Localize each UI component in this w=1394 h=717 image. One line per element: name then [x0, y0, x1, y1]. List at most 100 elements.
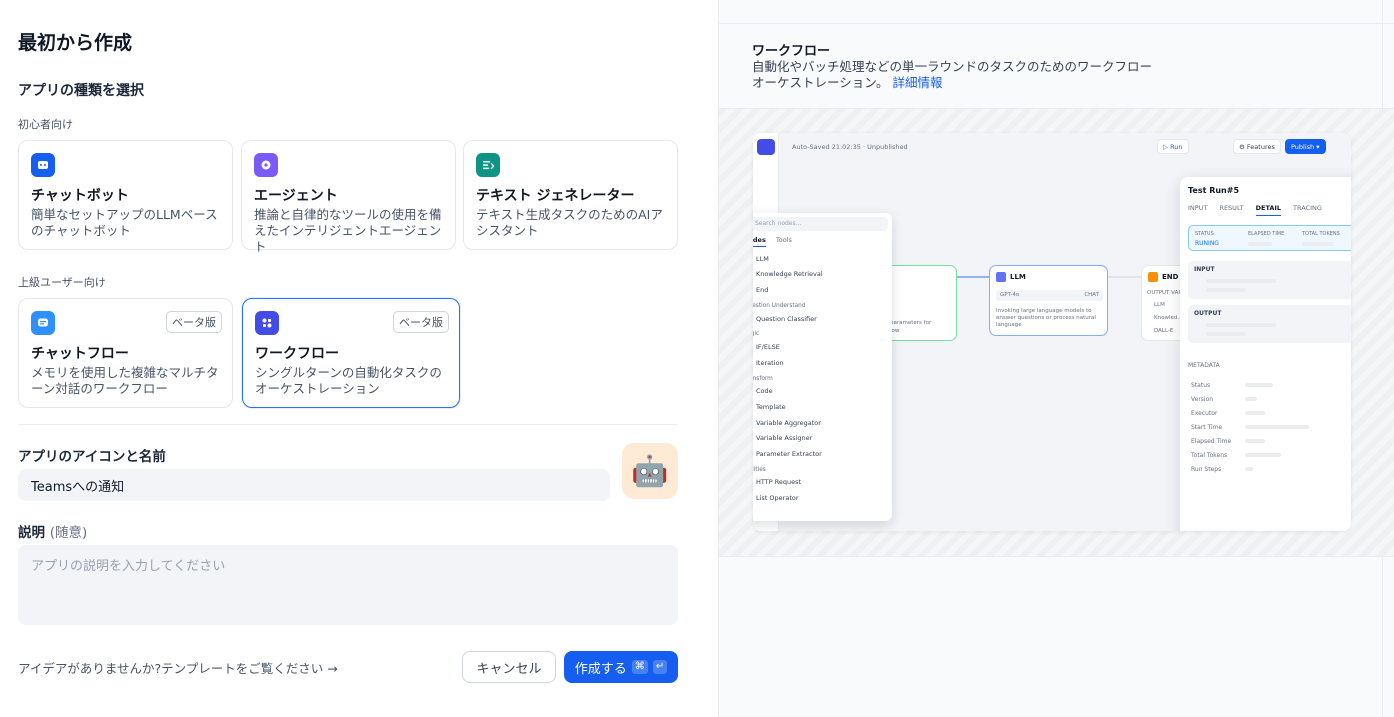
node-item-label: IF/ELSE	[756, 343, 780, 352]
card-desc: 簡単なセットアップのLLMベースのチャットボット	[31, 207, 218, 238]
node-item-label: End	[756, 285, 769, 294]
node-search: Search nodes...	[753, 217, 888, 231]
card-agent[interactable]: エージェント 推論と自律的なツールの使用を備えたインテリジェントエージェント	[241, 140, 456, 254]
create-button[interactable]: 作成する ⌘ ↵	[564, 651, 678, 683]
node-item: Variable Assigner	[753, 430, 889, 446]
preview-panel: ワークフロー 自動化やバッチ処理などの単一ラウンドのタスクのためのワークフローオ…	[718, 0, 1394, 717]
node-item-label: LLM	[756, 254, 769, 263]
enter-key: ↵	[652, 660, 668, 674]
node-item-label: Template	[756, 402, 786, 411]
node-item: Variable Aggregator	[753, 415, 889, 431]
more-info-link[interactable]: 詳細情報	[893, 75, 943, 90]
node-palette: Search nodes... Nodes Tools LLM Knowledge…	[753, 213, 892, 521]
metadata-key: Status	[1191, 381, 1211, 389]
tab-result: RESULT	[1219, 204, 1244, 212]
test-run-tabs: INPUT RESULT DETAIL TRACING	[1188, 204, 1322, 216]
card-chatbot[interactable]: チャットボット 簡単なセットアップのLLMベースのチャットボット	[18, 140, 233, 250]
tab-detail: DETAIL	[1255, 204, 1282, 216]
elapsed-label: ELAPSED TIME	[1248, 231, 1285, 237]
preview-title: ワークフロー	[752, 44, 831, 59]
input-box: INPUT	[1188, 261, 1351, 299]
beta-badge: ベータ版	[166, 311, 222, 333]
metadata-key: Executor	[1191, 409, 1218, 417]
node-item: IF/ELSE	[753, 339, 889, 355]
divider	[18, 424, 678, 425]
card-text-generator[interactable]: テキスト ジェネレーター テキスト生成タスクのためのAIアシスタント	[463, 140, 678, 250]
metadata-row: Run Steps	[1191, 462, 1309, 476]
card-desc: シングルターンの自動化タスクのオーケストレーション	[255, 365, 442, 396]
metadata-key: Start Time	[1191, 423, 1223, 431]
workflow-icon	[255, 311, 279, 335]
metadata-row: Status	[1191, 378, 1309, 392]
chatbot-icon	[31, 153, 55, 177]
node-category: Logic	[753, 331, 760, 338]
beta-badge: ベータ版	[393, 311, 449, 333]
app-icon-picker[interactable]: 🤖	[622, 443, 678, 499]
metadata-key: Total Tokens	[1191, 451, 1228, 459]
card-chatflow[interactable]: ベータ版 チャットフロー メモリを使用した複雑なマルチターン対話のワークフロー	[18, 298, 233, 408]
beginner-label: 初心者向け	[18, 118, 73, 131]
node-item: Code	[753, 384, 889, 400]
node-item: Knowledge Retrieval	[753, 267, 889, 283]
palette-tabs: Nodes Tools	[753, 236, 792, 247]
node-item-label: Variable Assigner	[756, 434, 813, 443]
cmd-key: ⌘	[631, 660, 648, 674]
tab-input: INPUT	[1188, 204, 1208, 212]
metadata-row: Version	[1191, 392, 1309, 406]
metadata-key: Run Steps	[1191, 465, 1222, 473]
card-title: ワークフロー	[255, 346, 339, 362]
metadata-key: Version	[1191, 395, 1214, 403]
test-run-title: Test Run#5	[1188, 186, 1240, 195]
node-list: LLM Knowledge Retrieval End Question Unders…	[753, 251, 889, 506]
metadata-list: Status Version Executor Start Time Elapsed T…	[1191, 378, 1309, 476]
metadata-label: METADATA	[1188, 362, 1220, 369]
desc-optional: (随意)	[49, 525, 88, 541]
text-generator-icon	[476, 153, 500, 177]
app-description-input[interactable]	[18, 545, 678, 625]
chatflow-icon	[31, 311, 55, 335]
card-desc: メモリを使用した複雑なマルチターン対話のワークフロー	[31, 365, 219, 396]
test-run-panel: Test Run#5 ✕ INPUT RESULT DETAIL TRACING…	[1180, 177, 1351, 531]
node-item: Iteration	[753, 355, 889, 371]
preview-desc-text: 自動化やバッチ処理などの単一ラウンドのタスクのためのワークフローオーケストレーシ…	[752, 59, 1153, 90]
card-title: テキスト ジェネレーター	[476, 188, 635, 204]
template-link[interactable]: アイデアがありませんか?テンプレートをご覧ください →	[18, 658, 338, 677]
card-desc: テキスト生成タスクのためのAIアシスタント	[476, 207, 663, 238]
desc-label: 説明 (随意)	[18, 521, 87, 541]
metadata-key: Elapsed Time	[1191, 437, 1232, 445]
output-box: OUTPUT	[1188, 305, 1351, 343]
metadata-row: Start Time	[1191, 420, 1309, 434]
node-item: Question Classifier	[753, 311, 889, 327]
card-title: チャットボット	[31, 188, 129, 204]
node-category: Utilities	[753, 466, 766, 473]
card-desc: 推論と自律的なツールの使用を備えたインテリジェントエージェント	[254, 207, 442, 254]
desc-label-text: 説明	[18, 525, 45, 541]
preview-desc: 自動化やバッチ処理などの単一ラウンドのタスクのためのワークフローオーケストレーシ…	[752, 59, 1152, 91]
cancel-button[interactable]: キャンセル	[462, 651, 556, 683]
metadata-row: Total Tokens	[1191, 448, 1309, 462]
card-workflow[interactable]: ベータ版 ワークフロー シングルターンの自動化タスクのオーケストレーション	[242, 298, 460, 408]
metadata-row: Elapsed Time	[1191, 434, 1309, 448]
node-item-label: Question Classifier	[756, 314, 817, 323]
tab-tools: Tools	[775, 236, 792, 244]
app-name-input[interactable]	[18, 469, 610, 501]
status-value: RUNING	[1195, 240, 1219, 247]
node-item-label: Variable Aggregator	[756, 418, 821, 427]
node-item: Template	[753, 399, 889, 415]
status-label: STATUS	[1195, 231, 1214, 237]
node-item-label: HTTP Request	[756, 478, 802, 487]
app-type-title: アプリの種類を選択	[18, 83, 144, 99]
workflow-canvas: Auto-Saved 21:02:35 · Unpublished ▷ Run …	[753, 133, 1351, 531]
card-title: チャットフロー	[31, 346, 129, 362]
node-item: Parameter Extractor	[753, 446, 889, 462]
node-item: HTTP Request	[753, 475, 889, 491]
node-item-label: Knowledge Retrieval	[756, 270, 823, 279]
metadata-row: Executor	[1191, 406, 1309, 420]
node-item-label: Iteration	[756, 358, 784, 367]
create-app-panel: 最初から作成 アプリの種類を選択 初心者向け チャットボット 簡単なセットアップ…	[0, 0, 718, 717]
node-item: End	[753, 282, 889, 298]
advanced-label: 上級ユーザー向け	[18, 276, 106, 289]
create-label: 作成する	[574, 661, 627, 677]
node-item-label: List Operator	[756, 493, 799, 502]
card-title: エージェント	[254, 188, 338, 204]
